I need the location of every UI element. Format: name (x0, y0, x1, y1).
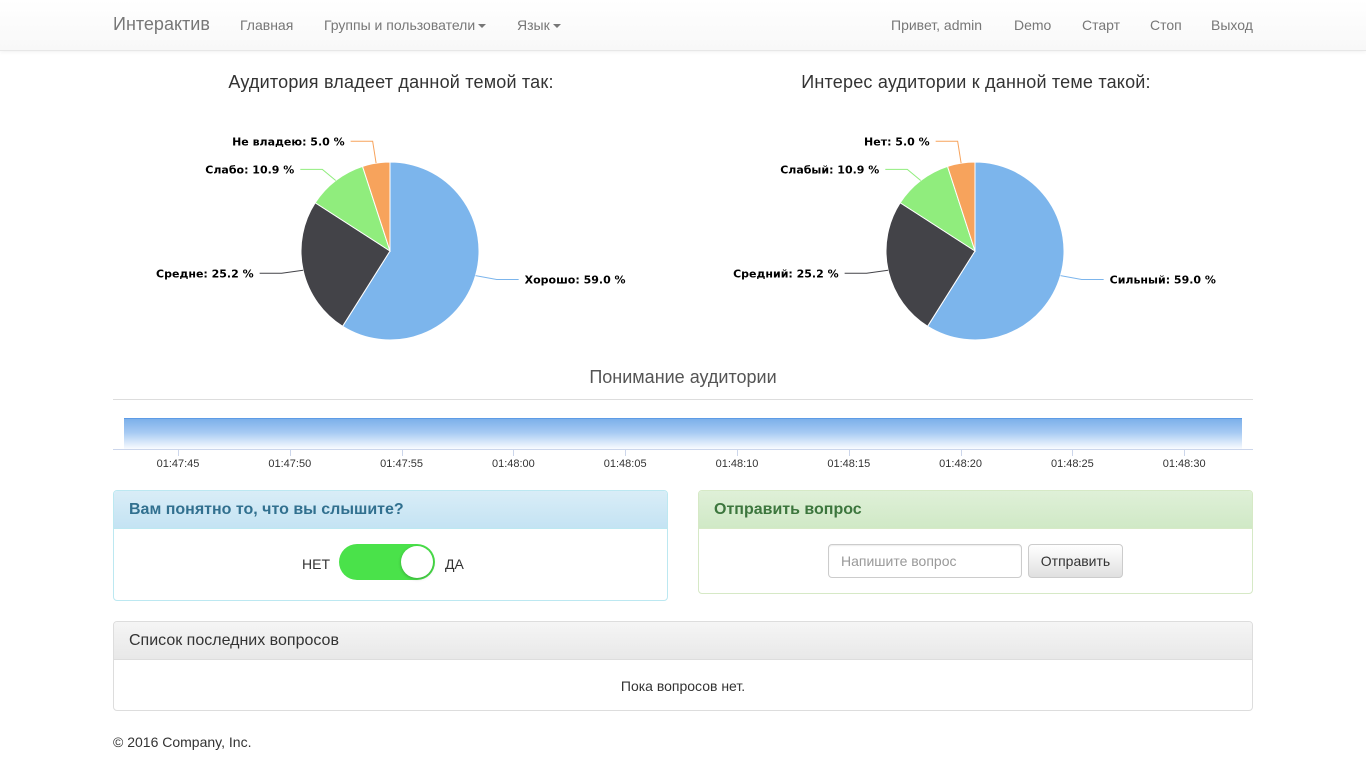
knowledge-pie-chart: Хорошо: 59.0 % Средне: 25.2 % Слабо: 10.9 … (156, 135, 626, 341)
nav-language-label: Язык (517, 17, 550, 33)
x-axis-tick-label: 01:47:45 (156, 458, 200, 470)
pie-data-label-0: Сильный: 59.0 % (1110, 274, 1216, 287)
pie-connector-2 (300, 168, 337, 181)
x-axis-tick-label: 01:48:10 (715, 458, 759, 470)
pie-connector-1 (844, 269, 889, 274)
nav-groups-users-label: Группы и пользователи (324, 17, 476, 33)
question-input[interactable] (828, 544, 1022, 578)
question-panel: Отправить вопрос (698, 490, 1253, 594)
divider (113, 399, 1253, 400)
x-axis-tick (178, 450, 179, 456)
pie-connector-1 (259, 269, 304, 274)
nav-language[interactable]: Язык (517, 17, 561, 33)
pie-data-label-2: Слабый: 10.9 % (780, 163, 879, 176)
nav-logout[interactable]: Выход (1211, 17, 1253, 33)
interest-pie-chart: Сильный: 59.0 % Средний: 25.2 % Слабый: 10… (733, 135, 1216, 341)
timeline-x-axis (113, 449, 1253, 450)
pie-data-label-3: Не владею: 5.0 % (232, 135, 345, 148)
pie-data-label-1: Средне: 25.2 % (156, 267, 254, 280)
understanding-panel-heading: Вам понятно то, что вы слышите? (114, 491, 667, 529)
pie-data-label-1: Средний: 25.2 % (733, 267, 839, 280)
x-axis-tick (1072, 450, 1074, 456)
send-question-button[interactable]: Отправить (1028, 544, 1123, 578)
question-panel-heading: Отправить вопрос (699, 491, 1252, 529)
nav-groups-users[interactable]: Группы и пользователи (324, 17, 487, 33)
pie-connector-0 (1060, 275, 1104, 281)
understanding-chart-title: Понимание аудитории (589, 367, 777, 387)
nav-stop[interactable]: Стоп (1150, 17, 1182, 33)
x-axis-tick (960, 450, 962, 456)
pie-data-label-0: Хорошо: 59.0 % (525, 274, 626, 287)
caret-down-icon (552, 24, 561, 29)
no-questions-message: Пока вопросов нет. (620, 678, 746, 694)
knowledge-chart-title: Аудитория владеет данной темой так: (228, 72, 554, 92)
brand-link[interactable]: Интерактив (113, 14, 210, 35)
toggle-no-label: НЕТ (302, 556, 330, 572)
x-axis-tick-label: 01:48:20 (939, 458, 982, 470)
x-axis-tick-label: 01:47:55 (380, 458, 423, 470)
toggle-knob[interactable] (401, 546, 433, 578)
interest-chart-title: Интерес аудитории к данной теме такой: (801, 72, 1151, 92)
x-axis-tick (848, 450, 850, 456)
x-axis-tick (289, 450, 291, 456)
x-axis-tick-label: 01:48:25 (1050, 458, 1094, 470)
top-navbar: Интерактив Главная Группы и пользователи… (0, 0, 1366, 51)
pie-data-label-2: Слабо: 10.9 % (205, 163, 294, 176)
recent-questions-panel: Список последних вопросов (113, 621, 1253, 711)
x-axis-tick-label: 01:47:50 (268, 458, 312, 470)
pie-data-label-3: Нет: 5.0 % (864, 135, 930, 148)
x-axis-tick-label: 01:48:15 (827, 458, 871, 470)
nav-start[interactable]: Старт (1082, 17, 1120, 33)
pie-connector-3 (935, 140, 962, 164)
understanding-toggle[interactable] (339, 544, 435, 580)
footer-copyright: © 2016 Company, Inc. (113, 734, 252, 750)
recent-questions-heading: Список последних вопросов (114, 622, 1252, 660)
x-axis-tick-label: 01:48:05 (603, 458, 647, 470)
pie-connector-2 (885, 168, 922, 181)
x-axis-tick-label: 01:48:00 (491, 458, 535, 470)
x-axis-tick (401, 450, 403, 456)
toggle-yes-label: ДА (445, 556, 464, 572)
pie-connector-3 (350, 140, 377, 164)
x-axis-tick (625, 450, 627, 456)
nav-home[interactable]: Главная (240, 17, 293, 33)
caret-down-icon (478, 24, 487, 29)
x-axis-tick-label: 01:48:30 (1162, 458, 1206, 470)
nav-demo[interactable]: Demo (1014, 17, 1051, 33)
x-axis-tick (737, 450, 738, 456)
x-axis-tick (513, 450, 515, 456)
understanding-area-series (124, 418, 1242, 450)
x-axis-tick (1184, 450, 1186, 456)
pie-connector-0 (475, 275, 519, 281)
nav-greeting[interactable]: Привет, admin (891, 17, 982, 33)
